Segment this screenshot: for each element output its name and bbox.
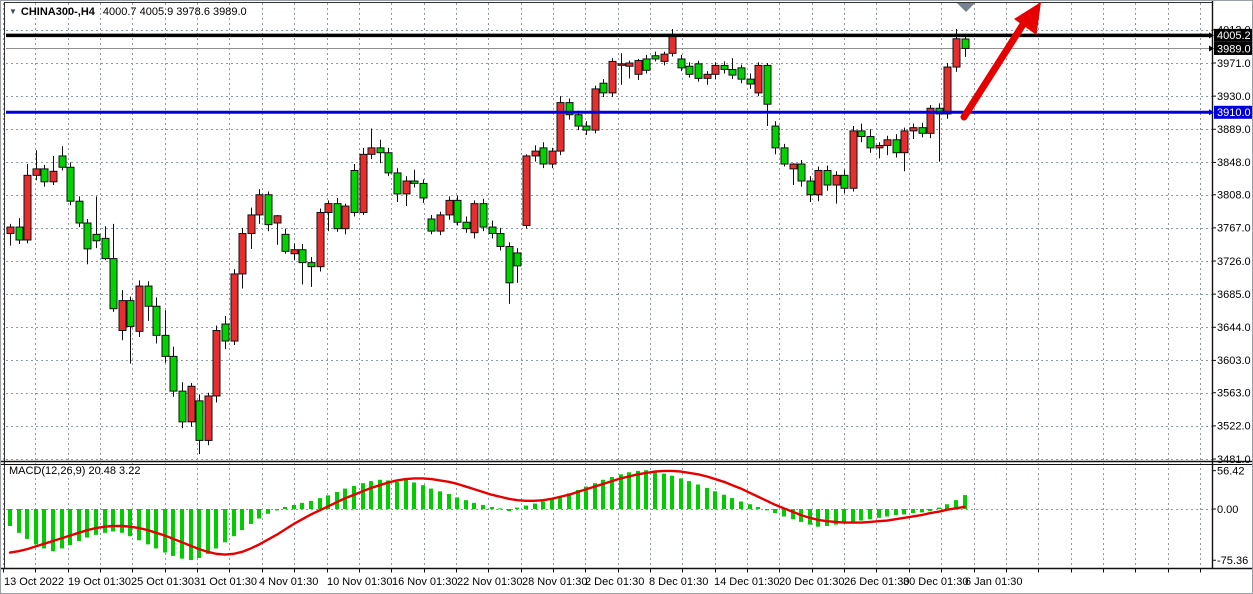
ohlc-values: 4000.7 4005.9 3978.6 3989.0	[103, 6, 247, 18]
symbol-dropdown-icon[interactable]: ▼	[9, 7, 17, 16]
date-label: 22 Nov 01:30	[457, 576, 522, 588]
date-label: 10 Nov 01:30	[327, 576, 392, 588]
date-label: 6 Jan 01:30	[965, 576, 1023, 588]
macd-axis: 56.42 0.00 -75.36	[1212, 465, 1248, 567]
date-label: 19 Oct 01:30	[68, 576, 131, 588]
price-badge-4005.2: 4005.2	[1209, 29, 1253, 42]
svg-text:3563.0: 3563.0	[1217, 388, 1251, 400]
price-axis: 4012.03971.03930.03889.03848.03808.03767…	[1212, 25, 1251, 466]
date-label: 31 Oct 01:30	[194, 576, 257, 588]
svg-text:3685.0: 3685.0	[1217, 289, 1251, 301]
svg-text:3767.0: 3767.0	[1217, 223, 1251, 235]
date-label: 25 Oct 01:30	[131, 576, 194, 588]
svg-text:4005.2: 4005.2	[1217, 30, 1251, 42]
svg-text:3889.0: 3889.0	[1217, 124, 1251, 136]
date-label: 14 Dec 01:30	[714, 576, 779, 588]
date-label: 2 Dec 01:30	[585, 576, 644, 588]
svg-text:3910.0: 3910.0	[1217, 107, 1251, 119]
macd-indicator-label: MACD(12,26,9) 20.48 3.22	[9, 465, 140, 477]
svg-text:3644.0: 3644.0	[1217, 322, 1251, 334]
trend-arrow[interactable]	[964, 2, 1041, 117]
trading-chart-window: 4012.03971.03930.03889.03848.03808.03767…	[0, 0, 1253, 594]
symbol-title: CHINA300-,H4	[21, 6, 95, 18]
svg-text:3971.0: 3971.0	[1217, 58, 1251, 70]
price-badge-3989.0: 3989.0	[1209, 42, 1253, 55]
chart-canvas[interactable]: 4012.03971.03930.03889.03848.03808.03767…	[1, 1, 1253, 594]
svg-text:0.00: 0.00	[1217, 504, 1238, 516]
date-label: 13 Oct 2022	[4, 576, 64, 588]
svg-text:-75.36: -75.36	[1217, 555, 1248, 567]
svg-text:3930.0: 3930.0	[1217, 91, 1251, 103]
date-label: 4 Nov 01:30	[259, 576, 318, 588]
svg-text:3848.0: 3848.0	[1217, 157, 1251, 169]
date-label: 26 Dec 01:30	[844, 576, 909, 588]
date-label: 30 Dec 01:30	[903, 576, 968, 588]
svg-text:56.42: 56.42	[1217, 465, 1245, 477]
time-axis[interactable]: 13 Oct 2022 19 Oct 01:3025 Oct 01:3031 Oc…	[4, 569, 1201, 589]
date-label: 28 Nov 01:30	[522, 576, 587, 588]
object-anchor-marker[interactable]	[957, 3, 975, 12]
macd-panel	[8, 470, 967, 560]
macd-signal-line	[10, 471, 965, 555]
date-label: 8 Dec 01:30	[649, 576, 708, 588]
price-badge-3910.0: 3910.0	[1209, 106, 1253, 119]
svg-text:3603.0: 3603.0	[1217, 355, 1251, 367]
chart-header: ▼ CHINA300-,H4 4000.7 4005.9 3978.6 3989.0	[9, 6, 247, 18]
svg-text:3989.0: 3989.0	[1217, 43, 1251, 55]
svg-text:3808.0: 3808.0	[1217, 190, 1251, 202]
date-label: 16 Nov 01:30	[392, 576, 457, 588]
candlesticks	[7, 29, 969, 454]
svg-text:3481.0: 3481.0	[1217, 454, 1251, 466]
svg-text:3726.0: 3726.0	[1217, 256, 1251, 268]
svg-text:3522.0: 3522.0	[1217, 421, 1251, 433]
date-label: 20 Dec 01:30	[779, 576, 844, 588]
